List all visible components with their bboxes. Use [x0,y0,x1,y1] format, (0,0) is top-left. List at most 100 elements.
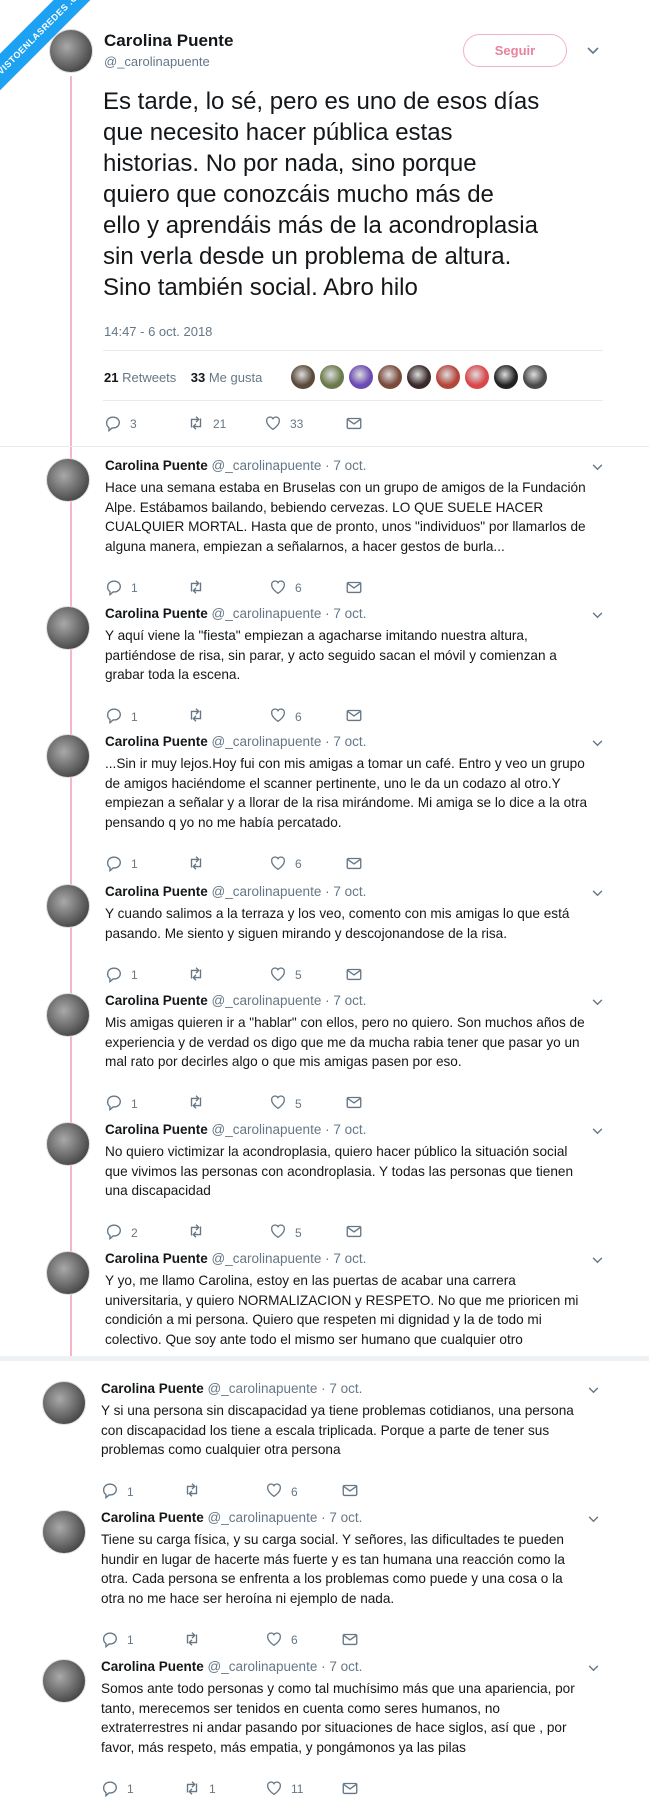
retweet-action[interactable] [183,1630,209,1650]
like-action[interactable]: 6 [265,1482,298,1502]
like-action[interactable]: 5 [269,1223,302,1243]
avatar[interactable] [46,884,90,928]
liker-avatar[interactable] [349,365,373,389]
author-name[interactable]: Carolina Puente [105,993,208,1008]
reply-action[interactable]: 1 [101,1630,134,1650]
reply-action[interactable]: 1 [101,1482,134,1502]
retweet-action[interactable] [187,854,213,874]
retweet-action[interactable]: 21 [187,414,226,434]
like-action[interactable]: 6 [269,578,302,598]
like-action[interactable]: 6 [269,707,302,727]
avatar[interactable] [49,29,93,73]
author-name[interactable]: Carolina Puente [105,734,208,749]
chevron-down-icon[interactable] [588,1663,599,1675]
liker-avatar[interactable] [320,365,344,389]
author-handle-and-date[interactable]: @_carolinapuente · 7 oct. [208,1510,363,1525]
retweets-count[interactable]: 21 [104,370,118,385]
reply-action[interactable]: 1 [105,707,138,727]
avatar[interactable] [46,1251,90,1295]
author-handle-and-date[interactable]: @_carolinapuente · 7 oct. [212,1122,367,1137]
author-name[interactable]: Carolina Puente [105,606,208,621]
author-handle[interactable]: @_carolinapuente [104,54,210,69]
like-action[interactable]: 33 [264,414,303,434]
author-name[interactable]: Carolina Puente [101,1510,204,1525]
reply-action[interactable]: 1 [105,854,138,874]
message-action[interactable] [345,1223,363,1243]
message-action[interactable] [341,1779,359,1799]
like-action[interactable]: 5 [269,1094,302,1114]
chevron-down-icon[interactable] [592,462,603,474]
liker-avatar[interactable] [523,365,547,389]
tweet-timestamp[interactable]: 14:47 - 6 oct. 2018 [104,324,212,339]
like-action[interactable]: 6 [269,854,302,874]
author-name[interactable]: Carolina Puente [105,884,208,899]
author-handle-and-date[interactable]: @_carolinapuente · 7 oct. [208,1659,363,1674]
liker-avatar[interactable] [436,365,460,389]
author-name[interactable]: Carolina Puente [105,458,208,473]
author-name[interactable]: Carolina Puente [101,1381,204,1396]
reply-action[interactable]: 1 [101,1779,134,1799]
avatar[interactable] [42,1659,86,1703]
retweet-action[interactable] [187,1094,213,1114]
message-action[interactable] [345,707,363,727]
chevron-down-icon[interactable] [592,610,603,622]
retweets-label[interactable]: Retweets [122,370,176,385]
chevron-down-icon[interactable] [588,1514,599,1526]
message-action[interactable] [341,1482,359,1502]
retweet-action[interactable] [187,578,213,598]
author-handle-and-date[interactable]: @_carolinapuente · 7 oct. [212,993,367,1008]
avatar[interactable] [42,1381,86,1425]
like-action[interactable]: 6 [265,1630,298,1650]
reply-action[interactable]: 1 [105,578,138,598]
author-handle-and-date[interactable]: @_carolinapuente · 7 oct. [212,884,367,899]
retweet-action[interactable] [183,1482,209,1502]
tweet-text-line: pensando q yo no me había percatado. [105,814,342,830]
liker-avatar[interactable] [494,365,518,389]
author-name[interactable]: Carolina Puente [104,31,233,51]
liker-avatar[interactable] [378,365,402,389]
avatar[interactable] [46,734,90,778]
reply-action[interactable]: 1 [105,1094,138,1114]
likes-count[interactable]: 33 [191,370,205,385]
chevron-down-icon[interactable] [592,1255,603,1267]
avatar[interactable] [46,606,90,650]
retweet-action[interactable]: 1 [183,1779,216,1799]
author-handle-and-date[interactable]: @_carolinapuente · 7 oct. [212,458,367,473]
like-action[interactable]: 11 [265,1779,303,1799]
message-action[interactable] [345,578,363,598]
author-handle-and-date[interactable]: @_carolinapuente · 7 oct. [212,1251,367,1266]
avatar[interactable] [42,1510,86,1554]
chevron-down-icon[interactable] [592,1126,603,1138]
liker-avatar[interactable] [291,365,315,389]
avatar[interactable] [46,1122,90,1166]
message-action[interactable] [341,1630,359,1650]
avatar[interactable] [46,458,90,502]
liker-avatar[interactable] [407,365,431,389]
retweet-action[interactable] [187,1223,213,1243]
author-handle-and-date[interactable]: @_carolinapuente · 7 oct. [208,1381,363,1396]
reply-action[interactable]: 2 [105,1223,138,1243]
follow-button[interactable]: Seguir [463,34,567,67]
chevron-down-icon[interactable] [588,1385,599,1397]
retweet-action[interactable] [187,707,213,727]
message-action[interactable] [345,965,363,985]
chevron-down-icon[interactable] [592,738,603,750]
chevron-down-icon[interactable] [592,997,603,1009]
retweet-action[interactable] [187,965,213,985]
like-action[interactable]: 5 [269,965,302,985]
author-handle-and-date[interactable]: @_carolinapuente · 7 oct. [212,734,367,749]
reply-action[interactable]: 1 [105,965,138,985]
message-action[interactable] [345,1094,363,1114]
message-action[interactable] [345,854,363,874]
reply-action[interactable]: 3 [104,414,137,434]
author-name[interactable]: Carolina Puente [105,1251,208,1266]
author-name[interactable]: Carolina Puente [101,1659,204,1674]
message-action[interactable] [345,414,363,434]
author-handle-and-date[interactable]: @_carolinapuente · 7 oct. [212,606,367,621]
chevron-down-icon[interactable] [587,44,599,58]
liker-avatar[interactable] [465,365,489,389]
chevron-down-icon[interactable] [592,888,603,900]
likes-label[interactable]: Me gusta [209,370,262,385]
author-name[interactable]: Carolina Puente [105,1122,208,1137]
avatar[interactable] [46,993,90,1037]
